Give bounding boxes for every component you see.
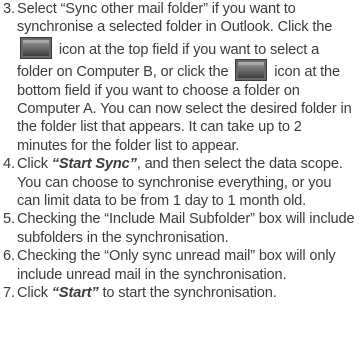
step-text: to start the synchronisation. [98,285,277,302]
folder-icon [235,59,268,82]
step-text: Click [17,156,52,173]
step-number: 7. [3,285,15,302]
instruction-steps: 3. Select “Sync other mail folder” if yo… [3,0,355,303]
instruction-page: 3. Select “Sync other mail folder” if yo… [0,0,361,358]
step-text: Click [17,285,52,302]
start-sync-label: “Start Sync” [51,156,137,173]
step-4: 4. Click “Start Sync”, and then select t… [3,155,355,210]
step-number: 3. [3,1,15,17]
start-label: “Start” [51,285,99,302]
step-text: Select “Sync other mail folder” if you w… [17,1,333,36]
step-6: 6. Checking the “Only sync unread mail” … [3,247,355,284]
step-number: 5. [3,211,15,228]
step-text: Checking the “Only sync unread mail” box… [17,248,336,283]
step-7: 7. Click “Start” to start the synchronis… [3,284,355,302]
step-number: 6. [3,248,15,265]
step-text: Checking the “Include Mail Subfolder” bo… [17,211,355,246]
step-5: 5. Checking the “Include Mail Subfolder”… [3,210,355,247]
step-3: 3. Select “Sync other mail folder” if yo… [3,0,355,155]
step-number: 4. [3,156,15,173]
folder-icon [20,36,52,59]
